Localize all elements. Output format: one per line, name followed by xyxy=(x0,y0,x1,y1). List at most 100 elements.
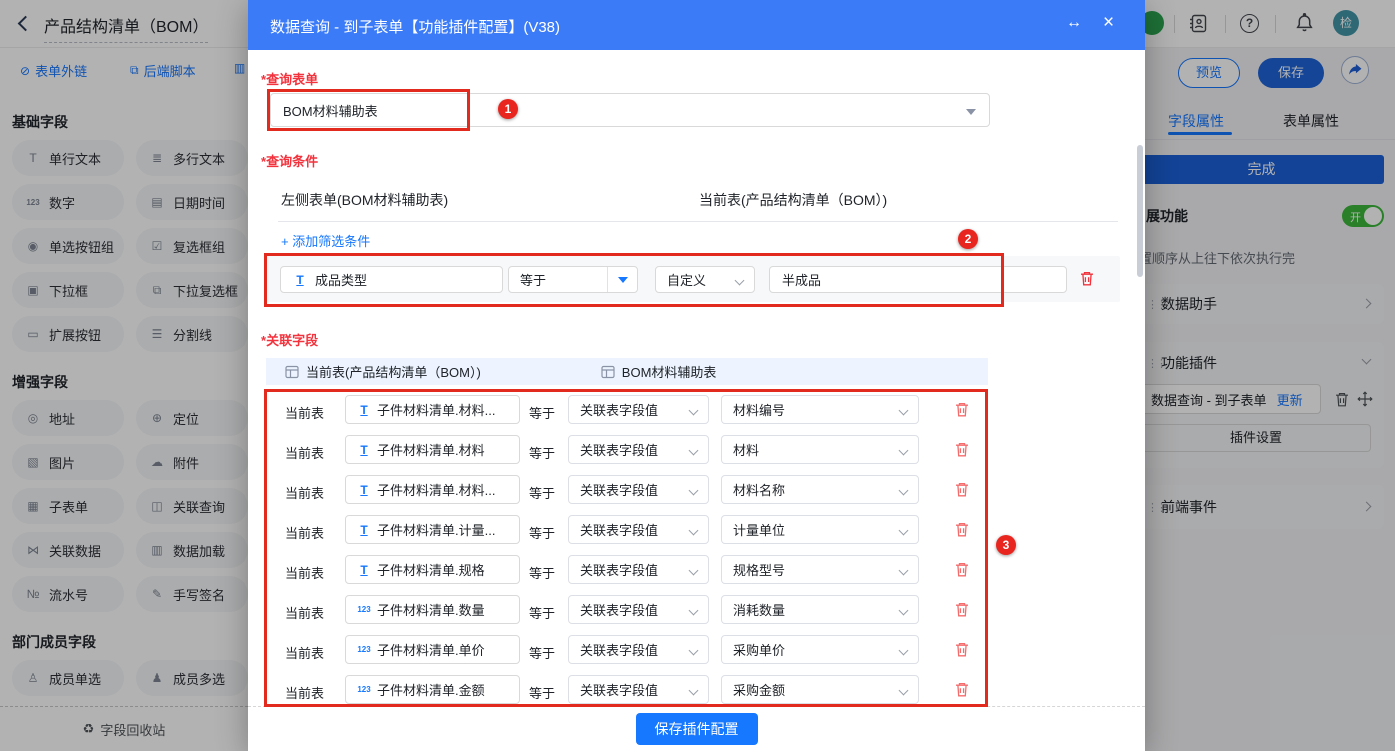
chevron-down-icon xyxy=(689,646,699,656)
row-match-select[interactable]: 关联表字段值 xyxy=(568,515,709,544)
filter-value-input[interactable]: 半成品 xyxy=(769,266,1067,293)
row-target-select[interactable]: 材料名称 xyxy=(721,475,919,504)
delete-row-icon[interactable] xyxy=(954,441,970,458)
field-type-icon: 123 xyxy=(355,685,373,694)
chevron-down-icon xyxy=(899,646,909,656)
row-field-input[interactable]: 123 子件材料清单.单价 xyxy=(345,635,520,664)
annotation-marker-2: 2 xyxy=(958,229,978,249)
chevron-down-icon xyxy=(899,566,909,576)
condition-right-header: 当前表(产品结构清单（BOM）) xyxy=(699,190,887,210)
row-target-select[interactable]: 采购金额 xyxy=(721,675,919,704)
row-match-select[interactable]: 关联表字段值 xyxy=(568,475,709,504)
row-field-input[interactable]: T 子件材料清单.计量... xyxy=(345,515,520,544)
chevron-down-icon xyxy=(899,526,909,536)
row-target-select[interactable]: 消耗数量 xyxy=(721,595,919,624)
row-target-select[interactable]: 规格型号 xyxy=(721,555,919,584)
chevron-down-icon xyxy=(689,446,699,456)
field-type-icon: T xyxy=(355,403,373,417)
row-operator-label: 等于 xyxy=(529,643,555,662)
save-plugin-config-button[interactable]: 保存插件配置 xyxy=(636,713,758,745)
row-operator-label: 等于 xyxy=(529,523,555,542)
row-match-select[interactable]: 关联表字段值 xyxy=(568,595,709,624)
chevron-down-icon xyxy=(689,606,699,616)
chevron-down-icon xyxy=(899,406,909,416)
divider xyxy=(278,221,1118,222)
relation-row: 当前表 T 子件材料清单.材料... 等于 关联表字段值 材料名称 xyxy=(266,470,988,510)
add-filter-link[interactable]: + 添加筛选条件 xyxy=(281,231,370,250)
relation-rows: 当前表 T 子件材料清单.材料... 等于 关联表字段值 材料编号 xyxy=(266,390,988,710)
row-operator-label: 等于 xyxy=(529,683,555,702)
annotation-marker-3: 3 xyxy=(996,535,1016,555)
filter-operator-select[interactable]: 等于 xyxy=(508,266,638,293)
chevron-down-icon xyxy=(689,406,699,416)
row-target-select[interactable]: 材料编号 xyxy=(721,395,919,424)
text-field-icon: T xyxy=(291,273,309,287)
delete-row-icon[interactable] xyxy=(954,681,970,698)
row-operator-label: 等于 xyxy=(529,603,555,622)
chevron-down-icon xyxy=(899,686,909,696)
operator-dropdown-segment[interactable] xyxy=(607,267,637,292)
close-icon[interactable]: × xyxy=(1103,12,1114,34)
modal-header: 数据查询 - 到子表单【功能插件配置】(V38) ↔ × xyxy=(248,0,1145,50)
row-field-input[interactable]: 123 子件材料清单.数量 xyxy=(345,595,520,624)
chevron-down-icon xyxy=(735,276,745,286)
delete-row-icon[interactable] xyxy=(954,601,970,618)
relation-row: 当前表 T 子件材料清单.材料... 等于 关联表字段值 材料编号 xyxy=(266,390,988,430)
modal-scrollbar[interactable] xyxy=(1137,145,1143,277)
row-source-label: 当前表 xyxy=(285,443,324,462)
delete-row-icon[interactable] xyxy=(954,401,970,418)
row-match-select[interactable]: 关联表字段值 xyxy=(568,635,709,664)
field-type-icon: 123 xyxy=(355,605,373,614)
row-match-select[interactable]: 关联表字段值 xyxy=(568,435,709,464)
row-source-label: 当前表 xyxy=(285,403,324,422)
row-match-select[interactable]: 关联表字段值 xyxy=(568,555,709,584)
row-target-select[interactable]: 计量单位 xyxy=(721,515,919,544)
filter-field-input[interactable]: T 成品类型 xyxy=(280,266,503,293)
chevron-down-icon xyxy=(899,606,909,616)
row-target-select[interactable]: 采购单价 xyxy=(721,635,919,664)
row-field-input[interactable]: T 子件材料清单.材料... xyxy=(345,395,520,424)
relation-table-header: 当前表(产品结构清单（BOM）) BOM材料辅助表 xyxy=(266,358,988,385)
row-operator-label: 等于 xyxy=(529,483,555,502)
row-match-select[interactable]: 关联表字段值 xyxy=(568,395,709,424)
row-field-input[interactable]: T 子件材料清单.材料 xyxy=(345,435,520,464)
expand-icon[interactable]: ↔ xyxy=(1066,14,1082,32)
dropdown-arrow-icon xyxy=(966,109,976,115)
row-field-input[interactable]: T 子件材料清单.规格 xyxy=(345,555,520,584)
query-condition-label: *查询条件 xyxy=(261,151,318,170)
relation-row: 当前表 123 子件材料清单.金额 等于 关联表字段值 采购金额 xyxy=(266,670,988,710)
plugin-config-modal: 数据查询 - 到子表单【功能插件配置】(V38) ↔ × *查询表单 BOM材料… xyxy=(248,0,1145,751)
field-type-icon: T xyxy=(355,563,373,577)
query-form-select[interactable]: BOM材料辅助表 xyxy=(270,93,990,127)
delete-row-icon[interactable] xyxy=(954,641,970,658)
row-source-label: 当前表 xyxy=(285,523,324,542)
row-field-input[interactable]: 123 子件材料清单.金额 xyxy=(345,675,520,704)
condition-left-header: 左侧表单(BOM材料辅助表) xyxy=(281,190,448,210)
delete-row-icon[interactable] xyxy=(954,521,970,538)
row-source-label: 当前表 xyxy=(285,483,324,502)
table-icon xyxy=(285,365,299,379)
row-operator-label: 等于 xyxy=(529,403,555,422)
query-form-label: *查询表单 xyxy=(261,69,318,88)
filter-condition-row: T 成品类型 等于 自定义 半成品 xyxy=(266,256,1120,302)
row-target-select[interactable]: 材料 xyxy=(721,435,919,464)
relation-row: 当前表 T 子件材料清单.规格 等于 关联表字段值 规格型号 xyxy=(266,550,988,590)
chevron-down-icon xyxy=(689,566,699,576)
delete-row-icon[interactable] xyxy=(954,561,970,578)
field-type-icon: T xyxy=(355,523,373,537)
table-icon xyxy=(601,365,615,379)
field-type-icon: 123 xyxy=(355,645,373,654)
filter-valuetype-select[interactable]: 自定义 xyxy=(655,266,755,293)
row-field-input[interactable]: T 子件材料清单.材料... xyxy=(345,475,520,504)
page: 产品结构清单（BOM） ? 检 ⊘ 表单外链 ⧉ 后端脚本 ▥ 基础字段 xyxy=(0,0,1395,751)
modal-footer: 保存插件配置 xyxy=(248,706,1145,751)
delete-row-icon[interactable] xyxy=(954,481,970,498)
row-match-select[interactable]: 关联表字段值 xyxy=(568,675,709,704)
delete-filter-icon[interactable] xyxy=(1079,270,1095,287)
chevron-down-icon xyxy=(689,526,699,536)
relation-row: 当前表 123 子件材料清单.数量 等于 关联表字段值 消耗数量 xyxy=(266,590,988,630)
chevron-down-icon xyxy=(689,486,699,496)
chevron-down-icon xyxy=(689,686,699,696)
relation-row: 当前表 123 子件材料清单.单价 等于 关联表字段值 采购单价 xyxy=(266,630,988,670)
row-source-label: 当前表 xyxy=(285,563,324,582)
